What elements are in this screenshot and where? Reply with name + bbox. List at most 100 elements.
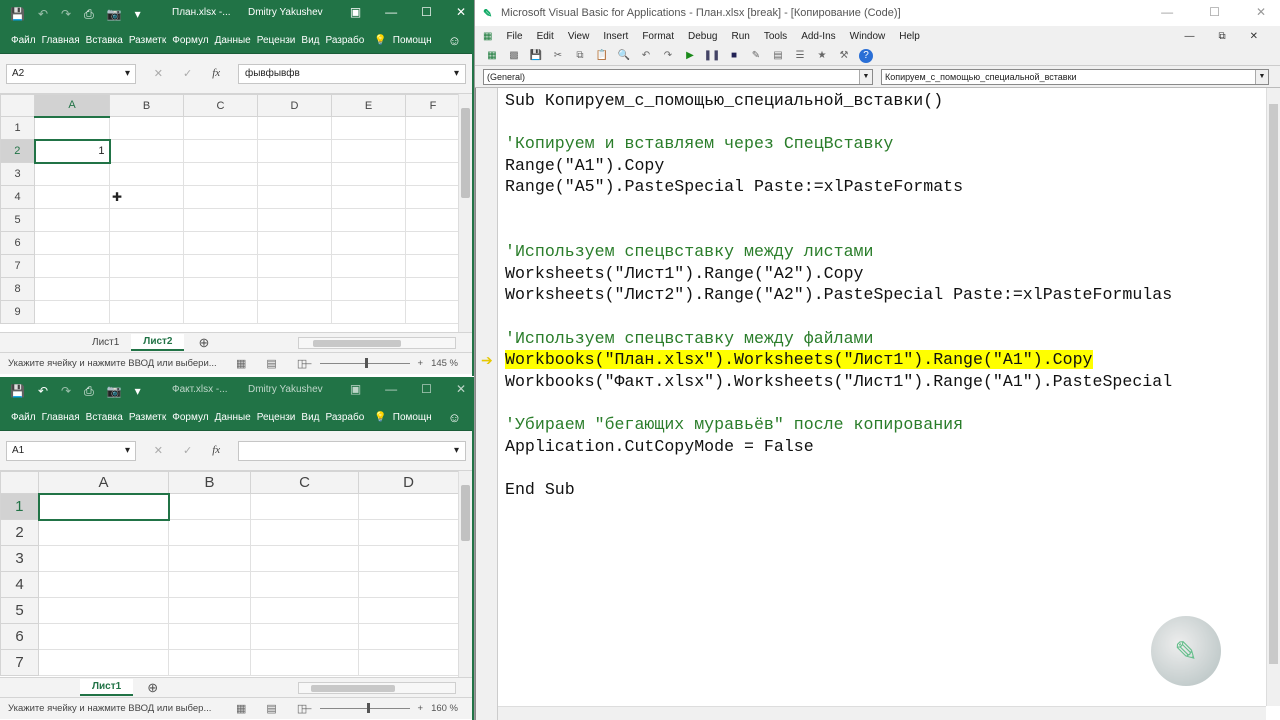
code-line[interactable]: 'Используем спецвставку между файлами: [505, 328, 1266, 350]
row-header[interactable]: 4: [0, 571, 39, 598]
undo-icon[interactable]: ↶: [639, 49, 653, 63]
undo-icon[interactable]: ↶: [38, 7, 48, 21]
row-header[interactable]: 9: [0, 300, 35, 324]
cell[interactable]: [358, 519, 459, 546]
row-header[interactable]: 6: [0, 231, 35, 255]
cell[interactable]: [109, 162, 184, 186]
chevron-down-icon[interactable]: ▾: [454, 445, 459, 456]
menu-file[interactable]: File: [506, 31, 522, 42]
row-header[interactable]: 6: [0, 623, 39, 650]
cell[interactable]: [257, 116, 332, 140]
formula-input[interactable]: ▾: [238, 440, 466, 461]
cell[interactable]: [257, 277, 332, 301]
cell[interactable]: [405, 231, 461, 255]
print-preview-icon[interactable]: ⎙: [84, 7, 94, 22]
code-line[interactable]: Worksheets("Лист2").Range("A2").PasteSpe…: [505, 284, 1266, 306]
zoom-slider[interactable]: [319, 703, 410, 713]
cell[interactable]: [358, 493, 459, 520]
cell[interactable]: [257, 162, 332, 186]
redo-icon[interactable]: ↷: [61, 7, 71, 21]
close-icon[interactable]: ✕: [456, 382, 466, 396]
row-header[interactable]: 3: [0, 545, 39, 572]
cell[interactable]: [250, 623, 359, 650]
project-explorer-icon[interactable]: ▤: [771, 49, 785, 63]
chevron-down-icon[interactable]: ▼: [859, 69, 872, 84]
cell[interactable]: [358, 571, 459, 598]
cell[interactable]: [168, 545, 251, 572]
save-icon[interactable]: 💾: [529, 49, 543, 63]
cell[interactable]: [250, 571, 359, 598]
cancel-icon[interactable]: ✕: [154, 444, 163, 457]
cell[interactable]: [331, 139, 406, 163]
user-icon[interactable]: ☺: [445, 410, 464, 425]
cell[interactable]: [331, 231, 406, 255]
redo-icon[interactable]: ↷: [61, 384, 71, 398]
cell[interactable]: [34, 277, 110, 301]
code-line[interactable]: Workbooks("Факт.xlsx").Worksheets("Лист1…: [505, 371, 1266, 393]
cell[interactable]: [331, 277, 406, 301]
cell[interactable]: [109, 254, 184, 278]
row-header[interactable]: 4: [0, 185, 35, 209]
object-browser-icon[interactable]: ★: [815, 49, 829, 63]
ribbon-options-icon[interactable]: ▣: [350, 5, 361, 19]
menu-help[interactable]: Help: [899, 31, 920, 42]
cell[interactable]: [38, 519, 169, 546]
row-header[interactable]: 5: [0, 597, 39, 624]
column-header[interactable]: E: [331, 94, 406, 117]
add-sheet-icon[interactable]: ⊕: [147, 680, 158, 696]
cell[interactable]: [358, 597, 459, 624]
paste-icon[interactable]: 📋: [595, 49, 609, 63]
cell[interactable]: [331, 116, 406, 140]
cell[interactable]: [109, 208, 184, 232]
vertical-scrollbar[interactable]: [1266, 88, 1280, 706]
menu-window[interactable]: Window: [850, 31, 886, 42]
sheet-grid[interactable]: A B C D E F 1 21 3 4 ✚ 5 6 7 8 9: [0, 94, 472, 332]
vertical-scrollbar[interactable]: [458, 94, 472, 332]
normal-view-icon[interactable]: ▦: [236, 702, 246, 715]
enter-icon[interactable]: ✓: [183, 67, 192, 80]
select-all-corner[interactable]: [0, 94, 35, 117]
insert-function-icon[interactable]: fx: [212, 67, 220, 80]
cell[interactable]: [405, 185, 461, 209]
cell[interactable]: [331, 162, 406, 186]
tab-developer[interactable]: Разрабо: [323, 412, 368, 423]
save-icon[interactable]: 💾: [10, 384, 25, 398]
row-header[interactable]: 3: [0, 162, 35, 186]
print-preview-icon[interactable]: ⎙: [84, 384, 94, 399]
column-header[interactable]: C: [250, 471, 359, 494]
cell[interactable]: [34, 300, 110, 324]
cell[interactable]: [183, 277, 258, 301]
sheet-tab-list1[interactable]: Лист1: [80, 679, 134, 696]
row-header[interactable]: 2: [0, 519, 39, 546]
tab-layout[interactable]: Разметк: [126, 412, 169, 423]
sheet-tab-list2[interactable]: Лист2: [131, 334, 185, 351]
enter-icon[interactable]: ✓: [183, 444, 192, 457]
zoom-level[interactable]: 160 %: [431, 703, 458, 714]
cell[interactable]: [257, 300, 332, 324]
cell[interactable]: [405, 277, 461, 301]
row-header[interactable]: 7: [0, 254, 35, 278]
properties-icon[interactable]: ☰: [793, 49, 807, 63]
cell[interactable]: [183, 231, 258, 255]
tab-review[interactable]: Рецензи: [254, 412, 299, 423]
tell-me-input[interactable]: Помощн: [390, 412, 435, 423]
help-icon[interactable]: ?: [859, 48, 873, 63]
zoom-in-icon[interactable]: +: [418, 358, 424, 369]
child-restore-icon[interactable]: ⧉: [1218, 31, 1225, 42]
column-header[interactable]: D: [358, 471, 459, 494]
minimize-icon[interactable]: —: [385, 5, 397, 19]
find-icon[interactable]: 🔍: [617, 49, 631, 63]
row-header[interactable]: 1: [0, 493, 40, 520]
sheet-tab-list1[interactable]: Лист1: [80, 335, 131, 350]
cell[interactable]: [109, 277, 184, 301]
tab-file[interactable]: Файл: [8, 412, 39, 423]
tab-formulas[interactable]: Формул: [169, 412, 211, 423]
close-icon[interactable]: ✕: [1256, 5, 1266, 19]
add-sheet-icon[interactable]: ⊕: [198, 335, 209, 351]
toolbox-icon[interactable]: ⚒: [837, 49, 851, 63]
cell[interactable]: [168, 597, 251, 624]
cell[interactable]: [38, 571, 169, 598]
menu-format[interactable]: Format: [642, 31, 674, 42]
code-line[interactable]: Worksheets("Лист1").Range("A2").Copy: [505, 263, 1266, 285]
code-line[interactable]: Sub Копируем_с_помощью_специальной_встав…: [505, 90, 1266, 112]
